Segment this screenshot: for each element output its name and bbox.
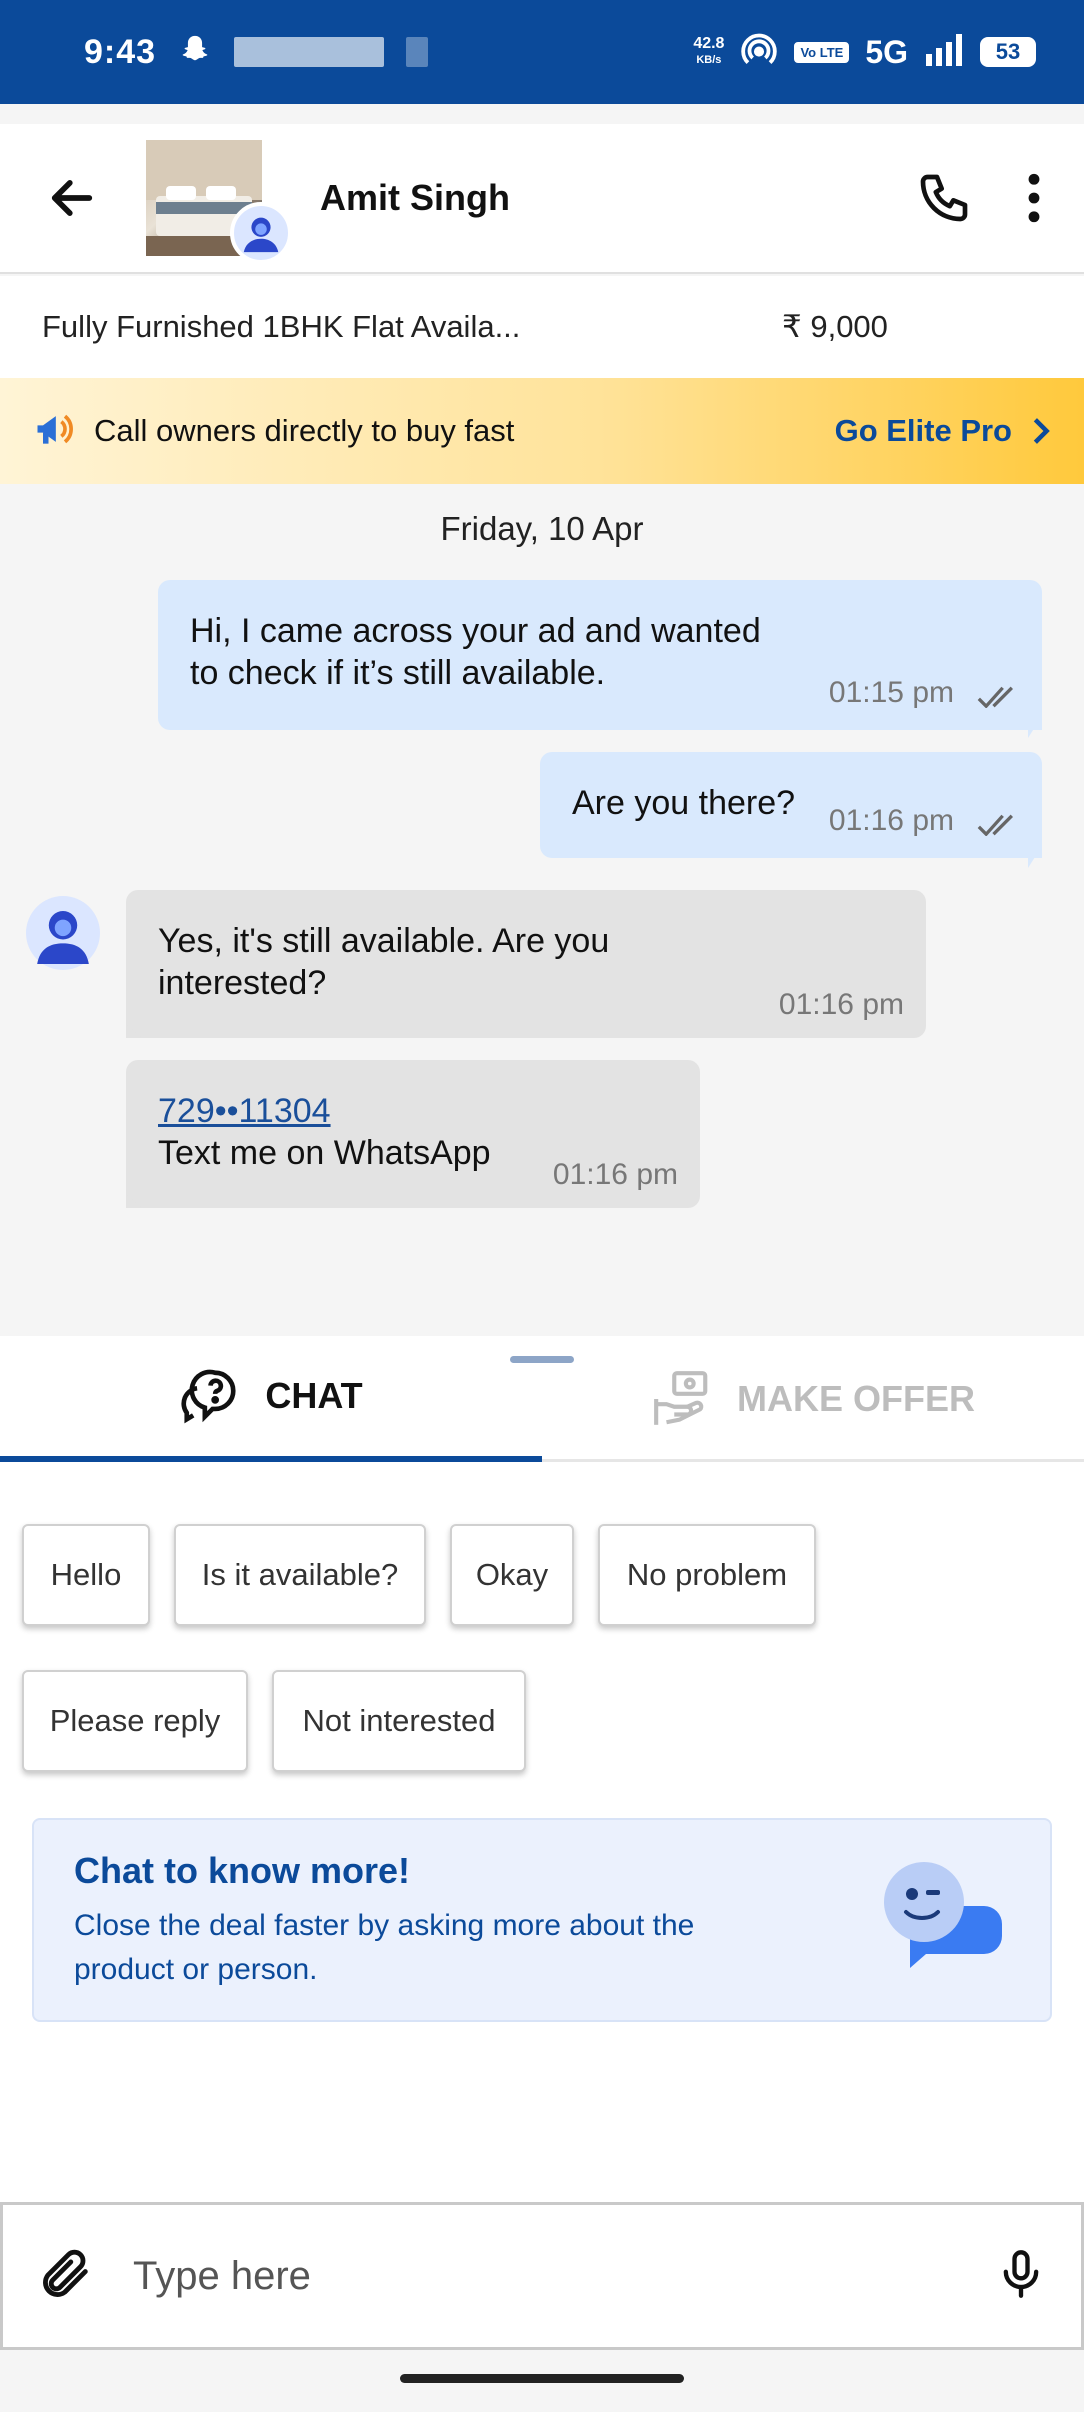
quick-reply-chip[interactable]: Not interested: [272, 1670, 526, 1772]
tab-chat[interactable]: CHAT: [0, 1336, 542, 1462]
chat-tip-card: Chat to know more! Close the deal faster…: [32, 1818, 1052, 2022]
go-elite-pro-link[interactable]: Go Elite Pro: [835, 413, 1052, 449]
attach-button[interactable]: [37, 2245, 95, 2308]
arrow-left-icon: [51, 180, 93, 216]
paperclip-icon: [43, 2249, 88, 2297]
message-time: 01:16 pm: [778, 988, 904, 1021]
go-elite-pro-label: Go Elite Pro: [834, 413, 1012, 448]
hotspot-icon: [740, 31, 778, 74]
battery-icon: 53: [980, 37, 1036, 67]
message-text: Hi, I came across your ad and wanted to …: [190, 612, 761, 692]
message-text: Yes, it's still available. Are you inter…: [158, 922, 610, 1002]
chat-date-divider: Friday, 10 Apr: [440, 510, 644, 547]
tab-make-offer[interactable]: MAKE OFFER: [542, 1336, 1084, 1462]
listing-title: Fully Furnished 1BHK Flat Availa...: [42, 309, 521, 344]
bubble-tail: [1028, 716, 1042, 738]
double-check-icon: [977, 814, 1014, 836]
chat-question-icon: [181, 1369, 236, 1424]
chat-header: Amit Singh: [0, 124, 1084, 274]
message-composer: Type here: [0, 2202, 1084, 2350]
chevron-right-icon: [1033, 418, 1050, 444]
back-button[interactable]: [40, 166, 104, 230]
listing-summary[interactable]: Fully Furnished 1BHK Flat Availa... ₹ 9,…: [0, 276, 1084, 378]
network-speed: 42.8 KB/s: [693, 36, 724, 68]
quick-reply-chip[interactable]: Hello: [22, 1524, 150, 1626]
more-vertical-icon: [1028, 173, 1040, 223]
listing-price: ₹ 9,000: [782, 309, 888, 344]
bubble-tail: [126, 1024, 142, 1038]
status-bar: 9:43 42.8 KB/s Vo LTE 5G 53: [0, 0, 1084, 104]
network-speed-value: 42.8: [693, 35, 725, 52]
listing-thumbnail[interactable]: [146, 140, 292, 264]
composer-tabs: CHAT MAKE OFFER: [0, 1336, 1084, 1462]
home-gesture-bar[interactable]: [400, 2374, 684, 2383]
chat-bubbles-illustration: [874, 1856, 1004, 1991]
more-options-button[interactable]: [1002, 166, 1066, 230]
contact-avatar-badge: [230, 202, 292, 264]
tab-make-offer-label: MAKE OFFER: [737, 1378, 975, 1419]
message-bubble-incoming[interactable]: 729••11304 Text me on WhatsApp 01:16 pm: [126, 1060, 700, 1208]
double-check-icon: [977, 686, 1014, 708]
chat-tip-body: Close the deal faster by asking more abo…: [74, 1909, 695, 1986]
bubble-tail: [1028, 846, 1042, 868]
message-time: 01:16 pm: [828, 804, 954, 837]
voice-input-button[interactable]: [995, 2245, 1047, 2308]
status-time: 9:43: [84, 32, 157, 71]
message-bubble-incoming[interactable]: Yes, it's still available. Are you inter…: [126, 890, 926, 1038]
quick-reply-chip[interactable]: Please reply: [22, 1670, 248, 1772]
snapchat-icon: [178, 33, 212, 72]
contact-name[interactable]: Amit Singh: [320, 177, 510, 219]
call-button[interactable]: [912, 166, 976, 230]
system-nav-bar: [0, 2350, 1084, 2412]
user-avatar-icon: [37, 911, 89, 964]
elite-banner-text: Call owners directly to buy fast: [94, 413, 515, 448]
chat-tip-title: Chat to know more!: [74, 1850, 411, 1891]
quick-reply-chip[interactable]: Is it available?: [174, 1524, 426, 1626]
quick-reply-chip[interactable]: No problem: [598, 1524, 816, 1626]
megaphone-icon: [32, 407, 76, 456]
message-time: 01:16 pm: [552, 1158, 678, 1191]
volte-icon: Vo LTE: [794, 41, 850, 63]
offer-hand-icon: [654, 1371, 708, 1425]
message-time: 01:15 pm: [828, 676, 954, 709]
message-bubble-outgoing[interactable]: Are you there? 01:16 pm: [540, 752, 1042, 858]
quick-reply-chip[interactable]: Okay: [450, 1524, 574, 1626]
message-input[interactable]: Type here: [133, 2254, 311, 2299]
contact-avatar[interactable]: [26, 896, 100, 970]
message-text: Are you there?: [572, 784, 796, 822]
notification-icons-redacted: [234, 37, 385, 67]
signal-icon: [924, 33, 964, 71]
network-speed-unit: KB/s: [696, 54, 722, 66]
bubble-tail: [126, 1194, 142, 1208]
notification-icon-redacted: [406, 37, 429, 67]
phone-icon: [920, 174, 968, 222]
network-type: 5G: [865, 33, 908, 70]
phone-number-link[interactable]: 729••11304: [158, 1092, 331, 1130]
elite-banner[interactable]: Call owners directly to buy fast Go Elit…: [0, 378, 1084, 484]
microphone-icon: [1003, 2249, 1039, 2298]
message-bubble-outgoing[interactable]: Hi, I came across your ad and wanted to …: [158, 580, 1042, 730]
tab-chat-label: CHAT: [265, 1375, 363, 1416]
